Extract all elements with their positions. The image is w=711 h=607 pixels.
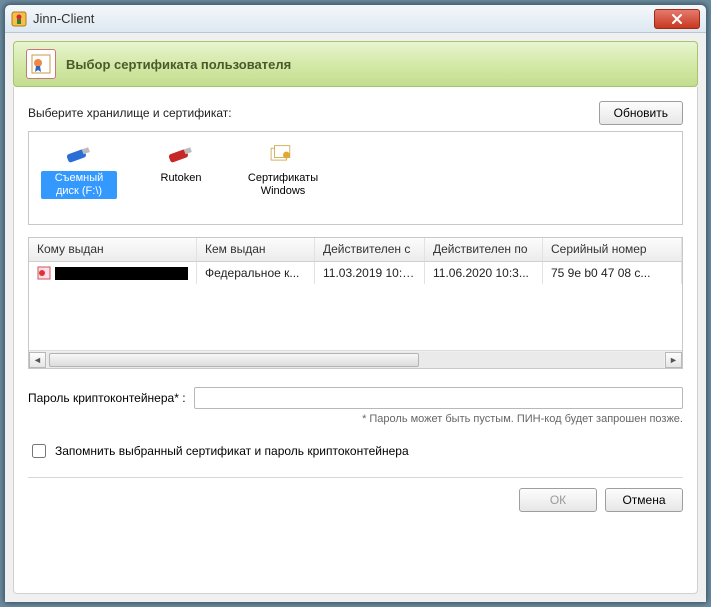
table-header: Кому выдан Кем выдан Действителен с Дейс… xyxy=(29,238,682,262)
col-valid-to[interactable]: Действителен по xyxy=(425,238,543,261)
scroll-track[interactable] xyxy=(47,352,664,368)
cell-issued-by: Федеральное к... xyxy=(197,262,315,284)
client-area: Выбор сертификата пользователя Выберите … xyxy=(5,33,706,602)
usb-drive-icon xyxy=(62,142,96,168)
remember-label[interactable]: Запомнить выбранный сертификат и пароль … xyxy=(55,444,409,458)
table-body: Федеральное к... 11.03.2019 10:3... 11.0… xyxy=(29,262,682,350)
titlebar[interactable]: Jinn-Client xyxy=(5,5,706,33)
cell-valid-to: 11.06.2020 10:3... xyxy=(425,262,543,284)
cell-serial: 75 9e b0 47 08 c... xyxy=(543,262,682,284)
col-serial[interactable]: Серийный номер xyxy=(543,238,682,261)
storage-item-label: Съемный диск (F:\) xyxy=(41,171,117,199)
redacted-name xyxy=(55,267,188,280)
horizontal-scrollbar[interactable]: ◄ ► xyxy=(29,350,682,368)
header-panel: Выбор сертификата пользователя xyxy=(13,41,698,87)
col-issued-by[interactable]: Кем выдан xyxy=(197,238,315,261)
close-icon xyxy=(671,13,683,25)
window-title: Jinn-Client xyxy=(33,11,654,26)
remember-row: Запомнить выбранный сертификат и пароль … xyxy=(28,441,683,461)
certificate-table: Кому выдан Кем выдан Действителен с Дейс… xyxy=(28,237,683,369)
password-input[interactable] xyxy=(194,387,683,409)
storage-item-label: Rutoken xyxy=(157,171,206,186)
refresh-button[interactable]: Обновить xyxy=(599,101,683,125)
storage-list: Съемный диск (F:\) Rutoken Сертифик xyxy=(28,131,683,225)
ok-button[interactable]: ОК xyxy=(519,488,597,512)
dialog-footer: ОК Отмена xyxy=(28,477,683,512)
password-section: Пароль криптоконтейнера* : * Пароль може… xyxy=(28,387,683,425)
password-label: Пароль криптоконтейнера* : xyxy=(28,391,186,405)
scroll-right-button[interactable]: ► xyxy=(665,352,682,368)
prompt-row: Выберите хранилище и сертификат: Обновит… xyxy=(28,101,683,125)
col-issued-to[interactable]: Кому выдан xyxy=(29,238,197,261)
cert-row-icon xyxy=(37,266,51,280)
cancel-button[interactable]: Отмена xyxy=(605,488,683,512)
scroll-left-button[interactable]: ◄ xyxy=(29,352,46,368)
storage-item-removable-disk[interactable]: Съемный диск (F:\) xyxy=(39,140,119,201)
header-title: Выбор сертификата пользователя xyxy=(66,57,291,72)
cert-stack-icon xyxy=(266,142,300,168)
certificate-icon xyxy=(26,49,56,79)
app-icon xyxy=(11,11,27,27)
prompt-label: Выберите хранилище и сертификат: xyxy=(28,106,599,120)
scroll-thumb[interactable] xyxy=(49,353,419,367)
col-valid-from[interactable]: Действителен с xyxy=(315,238,425,261)
body-panel: Выберите хранилище и сертификат: Обновит… xyxy=(13,87,698,594)
table-row[interactable]: Федеральное к... 11.03.2019 10:3... 11.0… xyxy=(29,262,682,284)
password-hint: * Пароль может быть пустым. ПИН-код буде… xyxy=(28,413,683,425)
cell-valid-from: 11.03.2019 10:3... xyxy=(315,262,425,284)
close-button[interactable] xyxy=(654,9,700,29)
storage-item-windows-certs[interactable]: Сертификаты Windows xyxy=(243,140,323,201)
main-window: Jinn-Client Выбор сертификата пользовате… xyxy=(4,4,707,603)
storage-item-label: Сертификаты Windows xyxy=(244,171,322,199)
storage-item-rutoken[interactable]: Rutoken xyxy=(141,140,221,188)
remember-checkbox[interactable] xyxy=(32,444,46,458)
usb-token-icon xyxy=(164,142,198,168)
